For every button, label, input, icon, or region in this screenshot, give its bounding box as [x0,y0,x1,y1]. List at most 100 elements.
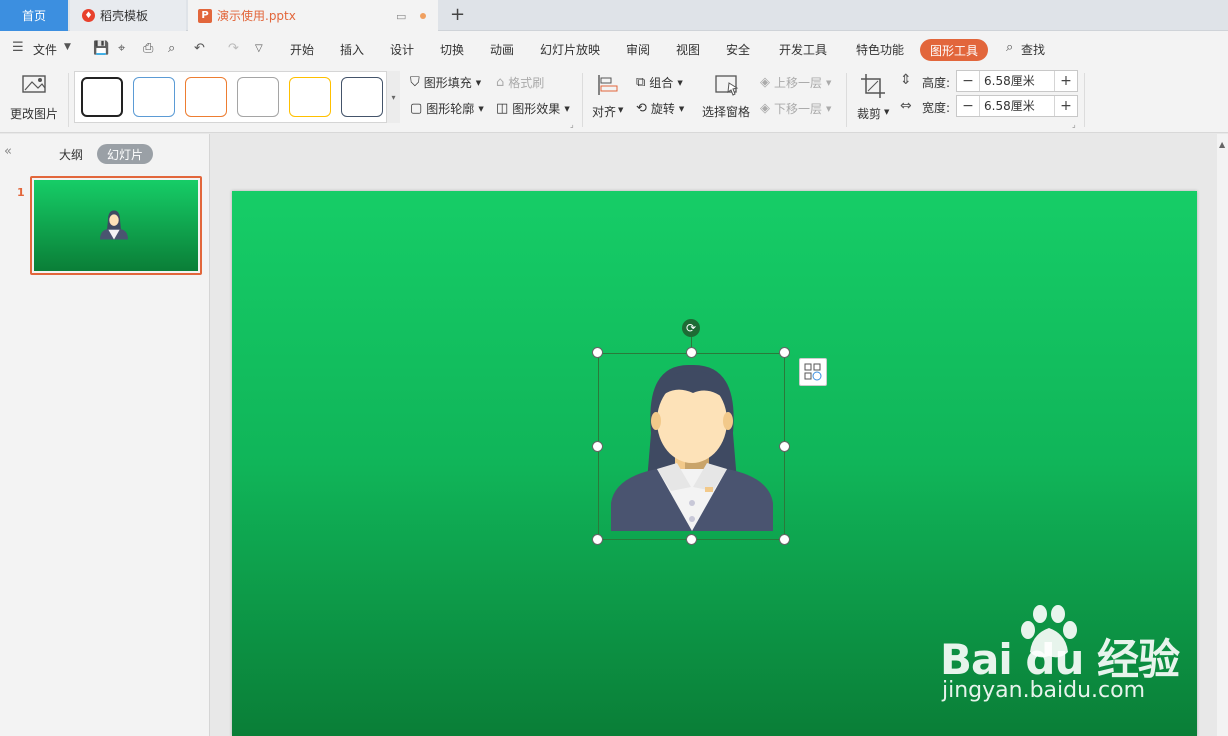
height-increase-button[interactable]: + [1055,71,1077,91]
monitor-icon[interactable]: ▭ [396,10,406,23]
collapse-panel-icon[interactable]: « [4,144,12,159]
resize-handle-sw[interactable] [592,534,603,545]
height-label: 高度: [922,76,951,90]
crop-label: 裁剪 [857,107,882,121]
menu-review[interactable]: 审阅 [626,41,650,58]
width-stepper[interactable]: − 6.58厘米 + [956,95,1078,117]
shape-outline-button[interactable]: ▢ 图形轮廓 ▼ [410,100,484,117]
chevron-down-icon: ▼ [678,104,685,113]
menu-home[interactable]: 开始 [290,41,314,58]
shape-fill-button[interactable]: ⛉ 图形填充 ▼ [410,74,481,91]
menu-features[interactable]: 特色功能 [856,41,904,58]
shape-effects-button[interactable]: ◫ 图形效果 ▼ [496,100,570,117]
width-increase-button[interactable]: + [1055,96,1077,116]
height-decrease-button[interactable]: − [957,71,979,91]
menu-shape-tools[interactable]: 图形工具 [920,39,988,61]
style-preset-blue[interactable] [133,77,175,117]
resize-handle-e[interactable] [779,441,790,452]
customize-toolbar-icon[interactable]: ▽ [255,43,263,54]
slides-tab[interactable]: 幻灯片 [97,144,153,164]
dialog-launcher-icon[interactable]: ⌟ [570,120,574,129]
change-picture-button[interactable]: 更改图片 [6,71,62,127]
gallery-more-button[interactable]: ▾ [386,71,400,123]
tab-document[interactable]: P 演示使用.pptx ▭ [188,0,438,31]
crop-icon [861,74,885,98]
format-painter-icon[interactable]: ⌖ [118,41,125,56]
selection-pane-icon [715,75,739,96]
menu-security[interactable]: 安全 [726,41,750,58]
shape-effects-label: 图形效果 [512,102,561,116]
width-input[interactable]: 6.58厘米 [979,96,1055,116]
height-stepper[interactable]: − 6.58厘米 + [956,70,1078,92]
tab-home[interactable]: 首页 [0,0,68,31]
effects-icon: ◫ [496,101,509,116]
resize-handle-ne[interactable] [779,347,790,358]
width-decrease-button[interactable]: − [957,96,979,116]
paint-bucket-icon: ⛉ [410,75,420,90]
menu-animations[interactable]: 动画 [490,41,514,58]
format-painter-button[interactable]: ⌂ 格式刷 [496,74,544,91]
send-backward-button[interactable]: ◈ 下移一层 ▼ [760,100,831,117]
print-preview-icon[interactable]: ⌕ [168,41,175,56]
align-button[interactable]: 对齐 ▼ [590,71,626,127]
pptx-file-icon: P [198,8,212,23]
menu-design[interactable]: 设计 [390,41,414,58]
resize-handle-w[interactable] [592,441,603,452]
group-label: 组合 [649,76,674,90]
file-menu[interactable]: 文件 [33,41,57,58]
width-label: 宽度: [922,101,951,115]
ribbon-separator [582,73,583,127]
rotate-label: 旋转 [650,102,675,116]
search-button[interactable]: 查找 [1021,41,1045,58]
undo-icon[interactable]: ↶ [194,41,205,56]
menu-developer[interactable]: 开发工具 [779,41,827,58]
outline-tab[interactable]: 大纲 [59,146,83,163]
hamburger-icon[interactable]: ☰ [12,40,24,55]
scroll-up-icon[interactable]: ▲ [1219,140,1225,149]
rotate-handle-icon[interactable]: ⟳ [682,319,700,337]
new-tab-button[interactable]: + [450,4,465,25]
format-brush-icon: ⌂ [496,75,505,90]
dialog-launcher-icon[interactable]: ⌟ [1072,120,1076,129]
resize-handle-s[interactable] [686,534,697,545]
tab-template[interactable]: ♦ 稻壳模板 [70,0,186,31]
rotate-button[interactable]: ⟲ 旋转 ▼ [636,100,684,117]
selection-pane-button[interactable]: 选择窗格 [700,71,754,127]
layout-options-button[interactable] [799,358,827,386]
chevron-down-icon[interactable]: ▼ [64,42,71,52]
chevron-down-icon: ▼ [478,104,484,113]
chevron-down-icon: ▼ [677,78,683,87]
bring-forward-button[interactable]: ◈ 上移一层 ▼ [760,74,831,91]
height-input[interactable]: 6.58厘米 [979,71,1055,91]
resize-handle-nw[interactable] [592,347,603,358]
resize-handle-se[interactable] [779,534,790,545]
selection-frame[interactable] [598,353,785,540]
search-icon[interactable]: ⌕ [1006,40,1013,55]
style-preset-gold[interactable] [289,77,331,117]
slide-number: 1 [17,186,25,199]
style-preset-gray[interactable] [237,77,279,117]
save-icon[interactable]: 💾 [93,41,109,56]
ribbon-separator [846,73,847,127]
style-preset-slate[interactable] [341,77,383,117]
style-preset-orange[interactable] [185,77,227,117]
selection-pane-label: 选择窗格 [702,105,751,119]
slide-thumbnail[interactable] [30,176,202,275]
group-button[interactable]: ⧉ 组合 ▼ [636,74,683,91]
outline-icon: ▢ [410,101,423,116]
tab-home-label: 首页 [21,9,46,23]
style-preset-black[interactable] [81,77,123,117]
menu-view[interactable]: 视图 [676,41,700,58]
send-backward-icon: ◈ [760,101,770,116]
menu-slideshow[interactable]: 幻灯片放映 [540,41,600,58]
print-icon[interactable]: ⎙ [143,41,153,56]
vertical-scrollbar[interactable]: ▲ [1217,134,1228,736]
tab-document-label: 演示使用.pptx [217,9,296,23]
menu-insert[interactable]: 插入 [340,41,364,58]
resize-handle-n[interactable] [686,347,697,358]
redo-icon[interactable]: ↷ [228,41,239,56]
crop-button[interactable]: 裁剪 ▼ [854,71,892,127]
watermark-url: jingyan.baidu.com [942,678,1146,703]
tab-bar: 首页 ♦ 稻壳模板 P 演示使用.pptx ▭ + [0,0,1228,31]
menu-transitions[interactable]: 切换 [440,41,464,58]
